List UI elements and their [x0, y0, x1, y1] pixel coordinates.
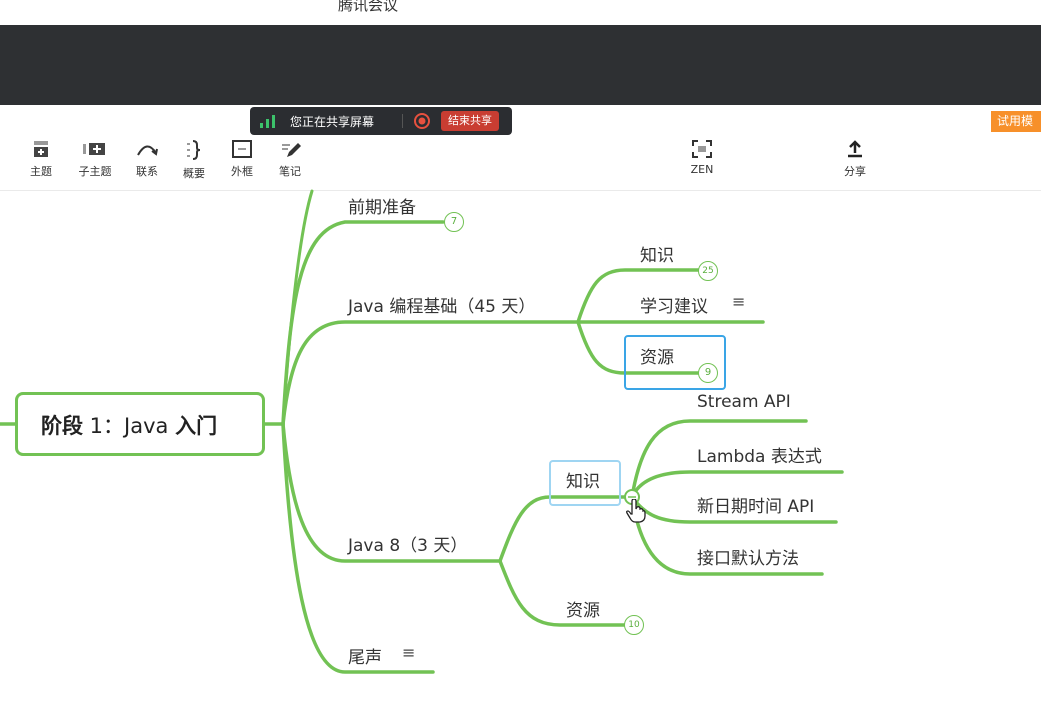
root-label-stage: 阶段 [41, 414, 83, 438]
topic-java8-resources[interactable]: 资源 [566, 596, 600, 621]
topic-prep-count-badge[interactable]: 7 [444, 212, 464, 232]
topic-prep[interactable]: 前期准备 [348, 193, 416, 218]
topic-basics-knowledge[interactable]: 知识 [640, 241, 674, 266]
topic-java-basics[interactable]: Java 编程基础（45 天） [348, 292, 535, 317]
topic-java8-resources-badge[interactable]: 10 [624, 615, 644, 635]
topic-basics-resources[interactable]: 资源 [640, 343, 674, 368]
epilogue-note-icon[interactable]: ≡ [402, 643, 415, 662]
mindmap-canvas: 阶段 1：Java 入门 前期准备 7 Java 编程基础（45 天） 知识 2… [0, 0, 1041, 711]
topic-java8-knowledge[interactable]: 知识 [566, 467, 600, 492]
topic-study-advice[interactable]: 学习建议 [640, 292, 708, 317]
topic-basics-knowledge-badge[interactable]: 25 [698, 261, 718, 281]
root-label-mid: 1：Java [83, 414, 176, 438]
topic-basics-resources-badge[interactable]: 9 [698, 363, 718, 383]
mindmap-branches [0, 189, 844, 674]
note-lines-icon[interactable]: ≡ [732, 292, 745, 311]
hand-cursor-icon [626, 499, 646, 523]
root-label-intro: 入门 [175, 414, 218, 438]
topic-lambda[interactable]: Lambda 表达式 [697, 442, 822, 467]
topic-epilogue[interactable]: 尾声 [348, 643, 382, 668]
topic-stream-api[interactable]: Stream API [697, 392, 791, 412]
root-topic-label: 阶段 1：Java 入门 [41, 410, 217, 440]
topic-default-methods[interactable]: 接口默认方法 [697, 544, 799, 569]
topic-datetime-api[interactable]: 新日期时间 API [697, 492, 814, 517]
topic-java8[interactable]: Java 8（3 天） [348, 531, 467, 556]
